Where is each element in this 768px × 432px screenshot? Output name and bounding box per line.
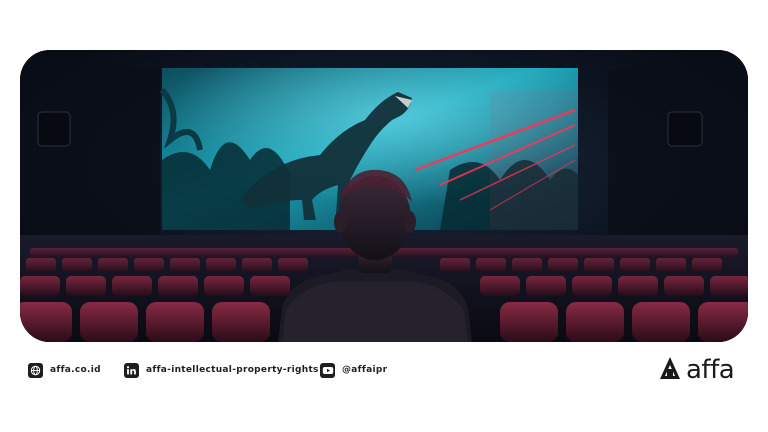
website-link[interactable]: affa.co.id (28, 362, 101, 378)
linkedin-text: affa-intellectual-property-rights (146, 365, 319, 375)
brand-name: affa (686, 355, 735, 385)
page: affa.co.id affa-intellectual-property-ri… (0, 0, 768, 432)
affa-logo-icon (658, 355, 682, 385)
youtube-icon (320, 362, 335, 378)
brand-logo[interactable]: affa (658, 355, 735, 385)
linkedin-icon (124, 362, 139, 378)
youtube-text: @affaipr (342, 365, 388, 375)
linkedin-link[interactable]: affa-intellectual-property-rights (124, 362, 319, 378)
website-text: affa.co.id (50, 365, 101, 375)
globe-icon (28, 362, 43, 378)
youtube-link[interactable]: @affaipr (320, 362, 387, 378)
cinema-hero-image (20, 50, 748, 342)
